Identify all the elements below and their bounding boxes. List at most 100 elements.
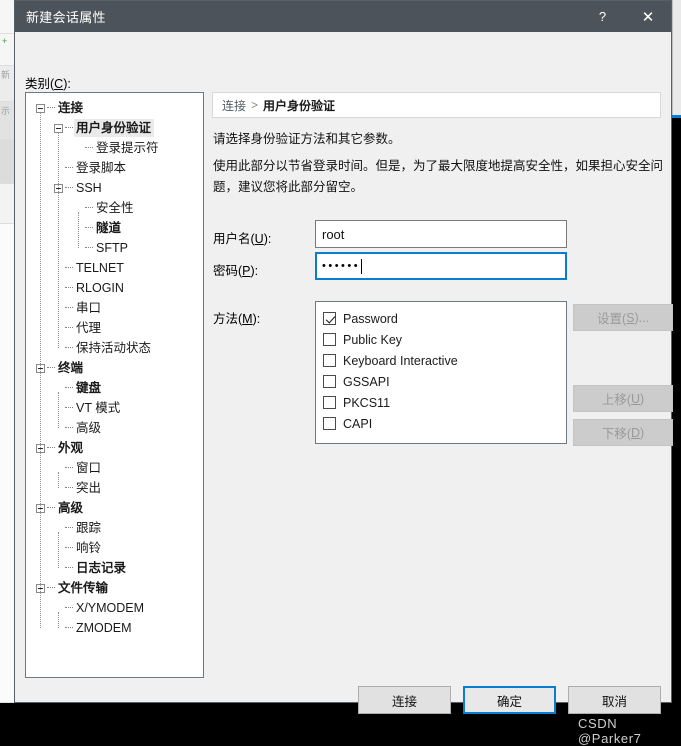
tree-item-label: 高级 [58, 501, 84, 515]
tree-item-label: 跟踪 [76, 521, 102, 535]
tree-guide-line [78, 212, 79, 248]
tree-connector [65, 387, 73, 389]
button-label: 确定 [496, 694, 522, 709]
tree-guide-line [40, 112, 41, 628]
category-label-prefix: 类别( [25, 77, 55, 91]
checkbox-checked-icon[interactable] [323, 312, 336, 325]
tree-connector [65, 127, 73, 129]
tree-item-6[interactable]: 隧道 [74, 218, 124, 238]
method-label-suffix: ): [252, 312, 261, 326]
tree-item-22[interactable]: 响铃 [54, 538, 104, 558]
tree-connector [85, 147, 93, 149]
method-label: 方法(M): [213, 308, 260, 327]
tree-item-label: 外观 [58, 441, 84, 455]
side-button-accel: D [630, 425, 641, 440]
tree-connector [65, 307, 73, 309]
tree-item-label: 登录提示符 [96, 141, 159, 155]
breadcrumb-separator: > [251, 98, 259, 112]
tree-connector [65, 627, 73, 629]
tree-item-11[interactable]: 代理 [54, 318, 104, 338]
username-input[interactable] [315, 220, 567, 248]
checkbox-icon[interactable] [323, 375, 336, 388]
username-label-accel: U [254, 232, 264, 246]
tree-connector [47, 587, 55, 589]
tree-connector [47, 447, 55, 449]
checkbox-icon[interactable] [323, 354, 336, 367]
username-label-prefix: 用户名( [213, 232, 255, 246]
method-option-gssapi[interactable]: GSSAPI [323, 371, 566, 392]
tree-item-label: TELNET [76, 261, 124, 275]
method-option-keyboard-interactive[interactable]: Keyboard Interactive [323, 350, 566, 371]
tree-connector [65, 407, 73, 409]
title-bar-buttons: ? ✕ [580, 1, 671, 32]
method-option-pkcs11[interactable]: PKCS11 [323, 392, 566, 413]
tree-connector [65, 487, 73, 489]
method-listbox[interactable]: Password Public Key Keyboard Interactive GS… [315, 301, 567, 444]
tree-item-label: 串口 [76, 301, 102, 315]
title-bar[interactable]: 新建会话属性 ? ✕ [15, 1, 671, 32]
tree-item-0[interactable]: 连接 [36, 98, 86, 118]
tree-guide-line [58, 532, 59, 568]
tree-item-7[interactable]: SFTP [74, 238, 131, 258]
tree-item-13[interactable]: 终端 [36, 358, 86, 378]
tree-item-label: 隧道 [96, 221, 122, 235]
tree-item-9[interactable]: RLOGIN [54, 278, 127, 298]
tree-item-1[interactable]: 用户身份验证 [54, 118, 155, 138]
method-option-capi[interactable]: CAPI [323, 413, 566, 434]
tree-connector [65, 327, 73, 329]
method-option-password[interactable]: Password [323, 308, 566, 329]
tree-connector [47, 367, 55, 369]
tree-item-label: 文件传输 [58, 581, 109, 595]
tree-connector [47, 107, 55, 109]
side-button-prefix: 下移( [601, 427, 631, 441]
tree-connector [65, 167, 73, 169]
side-button-suffix: ) [640, 391, 645, 406]
category-tree[interactable]: 连接 用户身份验证登录提示符登录脚本 SSH 安全性隧道 SFTP TELNET RLOGI… [25, 92, 204, 678]
tree-item-14[interactable]: 键盘 [54, 378, 104, 398]
tree-item-21[interactable]: 跟踪 [54, 518, 104, 538]
method-option-label: Public Key [343, 332, 403, 347]
side-button-prefix: 设置( [596, 312, 627, 326]
tree-item-15[interactable]: VT 模式 [54, 398, 123, 418]
tree-item-label: 登录脚本 [76, 161, 127, 175]
tree-item-26[interactable]: ZMODEM [54, 618, 135, 638]
connect-button[interactable]: 连接 [358, 686, 451, 714]
tree-item-2[interactable]: 登录提示符 [74, 138, 162, 158]
checkbox-icon[interactable] [323, 333, 336, 346]
tree-item-18[interactable]: 窗口 [54, 458, 104, 478]
tree-item-20[interactable]: 高级 [36, 498, 86, 518]
password-label-prefix: 密码( [213, 264, 243, 278]
help-button[interactable]: ? [580, 1, 625, 32]
tree-item-5[interactable]: 安全性 [74, 198, 137, 218]
tree-item-25[interactable]: X/YMODEM [54, 598, 147, 618]
method-option-public-key[interactable]: Public Key [323, 329, 566, 350]
tree-item-23[interactable]: 日志记录 [54, 558, 129, 578]
breadcrumb-current: 用户身份验证 [263, 98, 336, 113]
tree-connector [65, 467, 73, 469]
tree-item-4[interactable]: SSH [54, 178, 105, 198]
tree-item-12[interactable]: 保持活动状态 [54, 338, 154, 358]
tree-item-10[interactable]: 串口 [54, 298, 104, 318]
category-label-suffix: ): [63, 77, 71, 91]
checkbox-icon[interactable] [323, 417, 336, 430]
tree-item-label: 用户身份验证 [74, 119, 155, 137]
cancel-button[interactable]: 取消 [568, 686, 661, 714]
method-option-label: GSSAPI [343, 374, 390, 389]
tree-connector [65, 187, 73, 189]
ok-button[interactable]: 确定 [463, 686, 556, 714]
checkbox-icon[interactable] [323, 396, 336, 409]
close-icon[interactable]: ✕ [625, 1, 671, 32]
password-label: 密码(P): [213, 260, 258, 279]
dialog-body: 类别(C): 连接 用户身份验证 登录提示符 登录脚本 SSH 安全性 隧道 SFTP TELN… [15, 32, 673, 746]
tree-item-8[interactable]: TELNET [54, 258, 127, 278]
password-input[interactable]: •••••• [315, 252, 567, 280]
tree-item-16[interactable]: 高级 [54, 418, 104, 438]
window-title: 新建会话属性 [26, 10, 106, 25]
tree-item-17[interactable]: 外观 [36, 438, 86, 458]
breadcrumb: 连接 > 用户身份验证 [212, 92, 661, 118]
tree-item-3[interactable]: 登录脚本 [54, 158, 129, 178]
tree-item-19[interactable]: 突出 [54, 478, 104, 498]
tree-connector [65, 347, 73, 349]
tree-item-24[interactable]: 文件传输 [36, 578, 111, 598]
description-line-2: 使用此部分以节省登录时间。但是，为了最大限度地提高安全性，如果担心安全问题，建议… [213, 159, 664, 194]
